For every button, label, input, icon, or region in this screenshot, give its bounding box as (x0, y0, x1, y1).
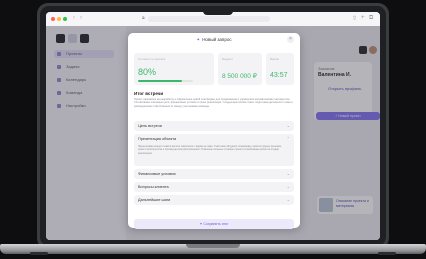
summary-heading: Итог встречи (134, 91, 164, 96)
progress-fill (138, 80, 182, 82)
accordion-title: Вопросы клиента (138, 185, 169, 189)
accordion-presentation[interactable]: Презентация объекта ⌃ Презентован концеп… (134, 134, 294, 166)
accordion-goal[interactable]: Цель встречи ⌄ (134, 121, 294, 131)
laptop-foot (30, 252, 48, 255)
share-icon[interactable]: ⇧ (352, 15, 357, 22)
accordion-title: Презентация объекта (138, 137, 177, 141)
stat-label: Готовность проекта (138, 57, 166, 61)
chevron-down-icon: ⌄ (286, 197, 290, 202)
accordion-next-steps[interactable]: Дальнейшие шаги ⌄ (134, 195, 294, 205)
accordion-title: Цель встречи (138, 124, 162, 128)
maximize-window-button[interactable] (63, 17, 67, 21)
close-window-button[interactable] (51, 17, 55, 21)
accordion-finance[interactable]: Финансовые условия ⌄ (134, 169, 294, 179)
accordion-body: Презентован концепт нового жилого компле… (138, 145, 282, 155)
stat-time: Время 43:57 (266, 53, 294, 85)
accordion-title: Финансовые условия (138, 172, 176, 176)
lock-icon: 🔒︎ (142, 15, 145, 21)
modal-title: ✦ Новый запрос (196, 37, 232, 42)
accordion-title: Дальнейшие шаги (138, 198, 171, 202)
chevron-down-icon: ⌄ (286, 184, 290, 189)
chevron-up-icon: ⌃ (286, 136, 290, 141)
new-tab-icon[interactable]: + (361, 15, 365, 21)
chevron-down-icon: ⌄ (286, 123, 290, 128)
forward-icon[interactable]: › (80, 15, 82, 21)
stat-budget: Бюджет 8 500 000 ₽ (218, 53, 262, 85)
sparkle-icon: ✦ (196, 37, 201, 42)
close-icon[interactable]: × (287, 36, 294, 43)
stat-readiness: Готовность проекта 80% (134, 53, 214, 85)
stat-value: 80% (138, 67, 157, 77)
stat-value: 43:57 (270, 72, 288, 79)
accordion-client-questions[interactable]: Вопросы клиента ⌄ (134, 182, 294, 192)
address-bar[interactable] (148, 16, 270, 22)
stat-label: Бюджет (222, 57, 233, 61)
readiness-progress-bar (138, 80, 193, 82)
save-summary-button[interactable]: ✦ Сохранить итог (134, 219, 294, 229)
laptop-foot (378, 252, 396, 255)
chevron-down-icon: ⌄ (286, 171, 290, 176)
camera-notch (203, 8, 233, 15)
stat-value: 8 500 000 ₽ (222, 73, 257, 80)
minimize-window-button[interactable] (57, 17, 61, 21)
laptop-base-notch (186, 244, 240, 248)
tabs-icon[interactable]: ⧉ (369, 15, 373, 22)
meeting-summary-modal: ✦ Новый запрос × Готовность проекта 80% Б… (128, 33, 300, 229)
laptop-screen: ‹ › 🔒︎ ⇧ + ⧉ Проекты Задачи Календарь Ко… (46, 12, 380, 240)
stat-label: Время (270, 57, 280, 61)
summary-text: Проект направлен на разработку и оформле… (134, 98, 293, 108)
back-icon[interactable]: ‹ (73, 15, 75, 21)
